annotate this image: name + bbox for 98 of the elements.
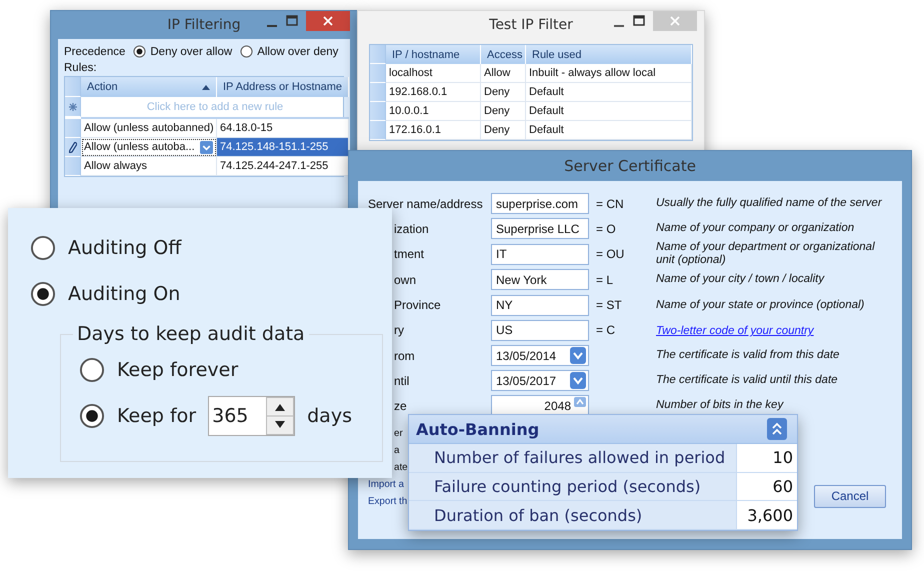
radio-label: Auditing On [68, 283, 180, 305]
pencil-icon [68, 142, 76, 152]
field-hint: Name of your city / town / locality [656, 273, 826, 286]
field-label: ze [393, 398, 408, 413]
option-label: ate [393, 460, 408, 474]
window-title: Test IP Filter [489, 17, 573, 33]
table-cell: Allow [481, 64, 526, 83]
row-header[interactable] [65, 138, 81, 157]
column-header[interactable]: IP Address or Hostname [217, 77, 350, 97]
field-hint: Usually the fully qualified name of the server [656, 197, 883, 210]
field-label: Server name/address [368, 196, 484, 211]
field-code: = O [596, 222, 617, 236]
column-header[interactable]: Rule used [526, 45, 692, 64]
field-label: ization [393, 222, 430, 236]
table-cell: localhost [386, 64, 481, 83]
column-header[interactable]: IP / hostname [386, 45, 481, 64]
field-hint: The certificate is valid until this date [656, 374, 839, 388]
text-field[interactable]: NY [491, 294, 589, 316]
text-field[interactable]: US [491, 320, 589, 341]
window-title: Server Certificate [564, 157, 696, 175]
text-field[interactable]: Superprise LLC [491, 218, 589, 240]
panel-title: Auto-Banning [416, 420, 540, 438]
country-code-link[interactable]: Two-letter code of your country [656, 325, 814, 338]
radio-label: Allow over deny [257, 46, 338, 58]
field-label: tment [393, 247, 426, 262]
option-label: er [393, 426, 404, 440]
text-field[interactable]: superprise.com [491, 193, 589, 214]
close-button[interactable] [306, 11, 350, 31]
field-hint: Number of bits in the key [656, 399, 785, 412]
radio-label: Keep for [117, 405, 196, 427]
table-cell: Deny [481, 121, 526, 140]
window-title: IP Filtering [167, 17, 241, 33]
field-code: = OU [596, 247, 626, 262]
date-field[interactable]: 13/05/2017 [491, 370, 589, 392]
number-field[interactable]: 2048 [491, 395, 589, 416]
field-hint: Name of your company or organization [656, 222, 856, 236]
table-cell: 10.0.0.1 [386, 102, 481, 121]
radio-button[interactable] [30, 235, 56, 261]
field-code: = L [596, 272, 614, 287]
column-header[interactable]: Access [481, 45, 526, 64]
table-cell: Allow (unless autobanned) [81, 119, 217, 138]
calendar-dropdown-icon[interactable] [570, 347, 586, 364]
cancel-button[interactable]: Cancel [814, 484, 886, 508]
table-cell: Inbuilt - always allow local [526, 64, 692, 83]
table-cell: Deny [481, 83, 526, 102]
group-title: Days to keep audit data [76, 323, 306, 345]
table-cell: 74.125.244-247.1-255 [217, 157, 350, 176]
table-cell: Deny [481, 102, 526, 121]
table-cell: Default [526, 121, 692, 140]
radio-button[interactable] [79, 357, 105, 383]
field-code: = C [596, 323, 616, 338]
field-code: = ST [596, 298, 623, 312]
calendar-dropdown-icon[interactable] [570, 372, 586, 390]
collapse-icon[interactable] [767, 418, 787, 440]
radio-label: Deny over allow [150, 46, 232, 58]
field-hint: The certificate is valid from this date [656, 349, 840, 362]
field-label: ry [393, 323, 405, 338]
table-cell: Allow always [81, 157, 217, 176]
radio-button[interactable] [79, 403, 105, 429]
field-code: = CN [596, 196, 625, 211]
unit-label: days [307, 405, 352, 427]
radio-label: Keep forever [117, 359, 238, 381]
property-value[interactable]: 10 [737, 444, 797, 472]
close-icon[interactable] [323, 16, 333, 26]
date-field[interactable]: 13/05/2014 [491, 345, 589, 366]
table-cell: 192.168.0.1 [386, 83, 481, 102]
radio-button[interactable] [30, 281, 56, 307]
field-label: ntil [393, 374, 410, 388]
text-field[interactable]: New York [491, 269, 589, 290]
text-field[interactable]: IT [491, 244, 589, 265]
option-label: a [393, 444, 400, 458]
days-spin-field[interactable]: 365 [208, 396, 296, 436]
dropdown-icon[interactable] [200, 140, 213, 154]
asterisk-icon [68, 102, 76, 110]
spin-arrows-icon[interactable] [266, 397, 294, 435]
property-value[interactable]: 60 [737, 472, 797, 500]
action-link[interactable]: Export th [368, 492, 408, 510]
radio-label: Auditing Off [68, 237, 182, 259]
table-cell: 74.125.148-151.1-255 [217, 138, 350, 157]
rules-label: Rules: [64, 62, 97, 74]
field-label: rom [393, 348, 416, 363]
action-link[interactable]: Import a [368, 476, 408, 492]
property-value[interactable]: 3,600 [737, 501, 797, 530]
sort-arrow-icon [202, 84, 210, 90]
column-header[interactable]: Action [81, 77, 217, 97]
field-label: Province [393, 298, 442, 312]
dropdown-field[interactable]: Allow (unless autoba... [81, 138, 217, 157]
field-hint: Name of your department or organizational unit (optional) [656, 241, 876, 268]
field-label: own [393, 272, 418, 287]
radio-button[interactable] [133, 45, 146, 58]
table-cell: Default [526, 83, 692, 102]
table-cell: 172.16.0.1 [386, 121, 481, 140]
precedence-label: Precedence [64, 46, 126, 58]
radio-button[interactable] [240, 45, 254, 58]
table-cell: 64.18.0-15 [217, 119, 350, 138]
maximize-icon[interactable] [633, 15, 645, 27]
field-hint: Name of your state or province (optional) [656, 298, 866, 312]
table-cell: Default [526, 102, 692, 121]
